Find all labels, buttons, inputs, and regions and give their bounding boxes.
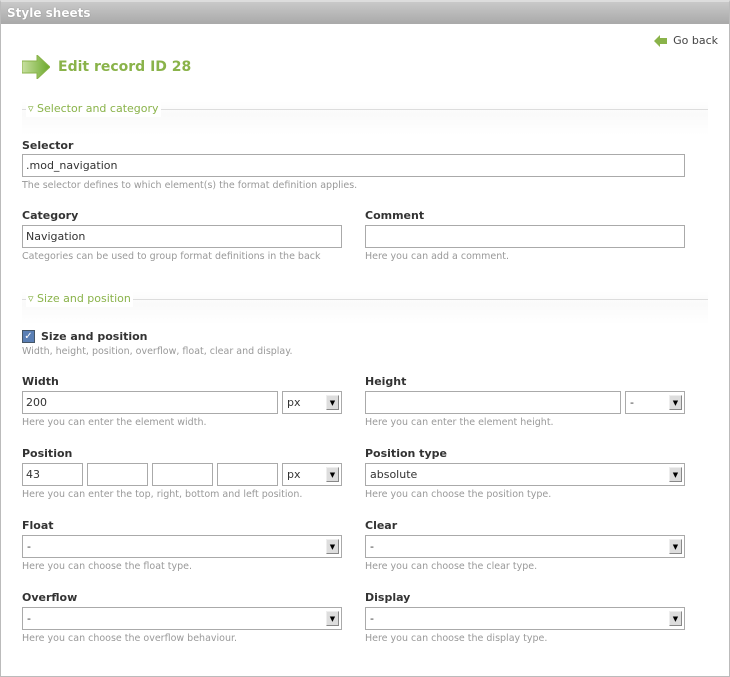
float-help: Here you can choose the float type. [22, 561, 193, 572]
clear-help: Here you can choose the clear type. [365, 561, 538, 572]
display-select[interactable]: - ▼ [365, 607, 685, 630]
overflow-help: Here you can choose the overflow behavio… [22, 633, 238, 644]
page-title-row: Edit record ID 28 [22, 55, 191, 79]
category-input[interactable]: Navigation [22, 225, 342, 248]
dropdown-arrow-icon: ▼ [326, 611, 339, 626]
position-type-help: Here you can choose the position type. [365, 489, 552, 500]
header-title: Style sheets [1, 2, 729, 24]
section-legend[interactable]: ▿ Selector and category [26, 101, 161, 117]
dropdown-arrow-icon: ▼ [326, 395, 339, 410]
position-bottom-input[interactable] [152, 463, 213, 486]
position-left-input[interactable] [217, 463, 278, 486]
float-select[interactable]: - ▼ [22, 535, 342, 558]
height-label: Height [365, 375, 407, 388]
dropdown-arrow-icon: ▼ [669, 395, 682, 410]
display-label: Display [365, 591, 411, 604]
height-unit-select[interactable]: - ▼ [625, 391, 685, 414]
float-label: Float [22, 519, 54, 532]
comment-label: Comment [365, 209, 425, 222]
position-top-input[interactable]: 43 [22, 463, 83, 486]
page-title: Edit record ID 28 [58, 59, 192, 75]
arrow-right-icon [22, 55, 50, 79]
position-help: Here you can enter the top, right, botto… [22, 489, 303, 500]
position-type-label: Position type [365, 447, 447, 460]
clear-label: Clear [365, 519, 398, 532]
category-help: Categories can be used to group format d… [22, 251, 321, 262]
dropdown-arrow-icon: ▼ [669, 611, 682, 626]
position-unit-select[interactable]: px ▼ [282, 463, 342, 486]
size-position-label: Size and position [41, 330, 148, 343]
overflow-select[interactable]: - ▼ [22, 607, 342, 630]
selector-label: Selector [22, 139, 74, 152]
section-size-position[interactable]: ▿ Size and position [22, 291, 708, 325]
position-label: Position [22, 447, 73, 460]
size-position-checkbox[interactable]: ✓ [22, 330, 35, 343]
size-position-help: Width, height, position, overflow, float… [22, 346, 293, 357]
dropdown-arrow-icon: ▼ [669, 539, 682, 554]
height-input[interactable] [365, 391, 621, 414]
dropdown-arrow-icon: ▼ [326, 539, 339, 554]
height-help: Here you can enter the element height. [365, 417, 554, 428]
category-label: Category [22, 209, 79, 222]
section-legend[interactable]: ▿ Size and position [26, 291, 133, 307]
dropdown-arrow-icon: ▼ [669, 467, 682, 482]
width-input[interactable]: 200 [22, 391, 278, 414]
arrow-left-icon [654, 34, 668, 47]
position-type-select[interactable]: absolute ▼ [365, 463, 685, 486]
display-help: Here you can choose the display type. [365, 633, 548, 644]
selector-help: The selector defines to which element(s)… [22, 180, 358, 191]
go-back-link[interactable]: Go back [654, 34, 718, 47]
dropdown-arrow-icon: ▼ [326, 467, 339, 482]
clear-select[interactable]: - ▼ [365, 535, 685, 558]
position-right-input[interactable] [87, 463, 148, 486]
selector-input[interactable]: .mod_navigation [22, 154, 685, 177]
go-back-label: Go back [673, 34, 718, 47]
width-label: Width [22, 375, 59, 388]
overflow-label: Overflow [22, 591, 78, 604]
width-unit-select[interactable]: px ▼ [282, 391, 342, 414]
comment-input[interactable] [365, 225, 685, 248]
section-selector-category[interactable]: ▿ Selector and category [22, 101, 708, 135]
comment-help: Here you can add a comment. [365, 251, 510, 262]
width-help: Here you can enter the element width. [22, 417, 207, 428]
